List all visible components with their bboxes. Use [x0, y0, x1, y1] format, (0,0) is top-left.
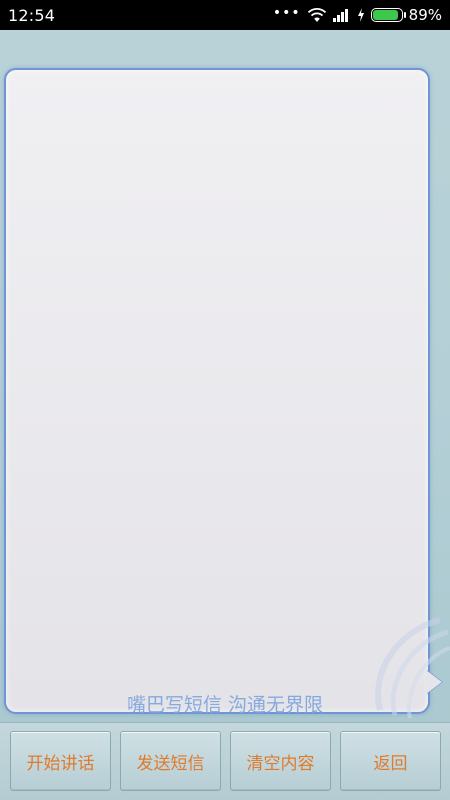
status-time: 12:54: [8, 5, 56, 25]
status-icons: ••• 89%: [272, 5, 442, 24]
wifi-icon: [307, 8, 326, 22]
clear-content-button[interactable]: 清空内容: [230, 731, 331, 791]
send-sms-button[interactable]: 发送短信: [120, 731, 221, 791]
back-button[interactable]: 返回: [340, 731, 441, 791]
status-bar: 12:54 ••• 89%: [0, 0, 450, 30]
start-speaking-button[interactable]: 开始讲话: [10, 731, 111, 791]
battery-icon: [370, 8, 406, 22]
notification-dots-icon: •••: [272, 5, 301, 21]
battery-fill: [372, 10, 398, 20]
signal-icon: [332, 9, 348, 22]
charging-icon: [357, 8, 364, 22]
slogan-text: 嘴巴写短信 沟通无界限: [126, 694, 324, 716]
bottom-toolbar: 开始讲话 发送短信 清空内容 返回: [0, 722, 450, 800]
battery-percent: 89%: [408, 6, 442, 24]
